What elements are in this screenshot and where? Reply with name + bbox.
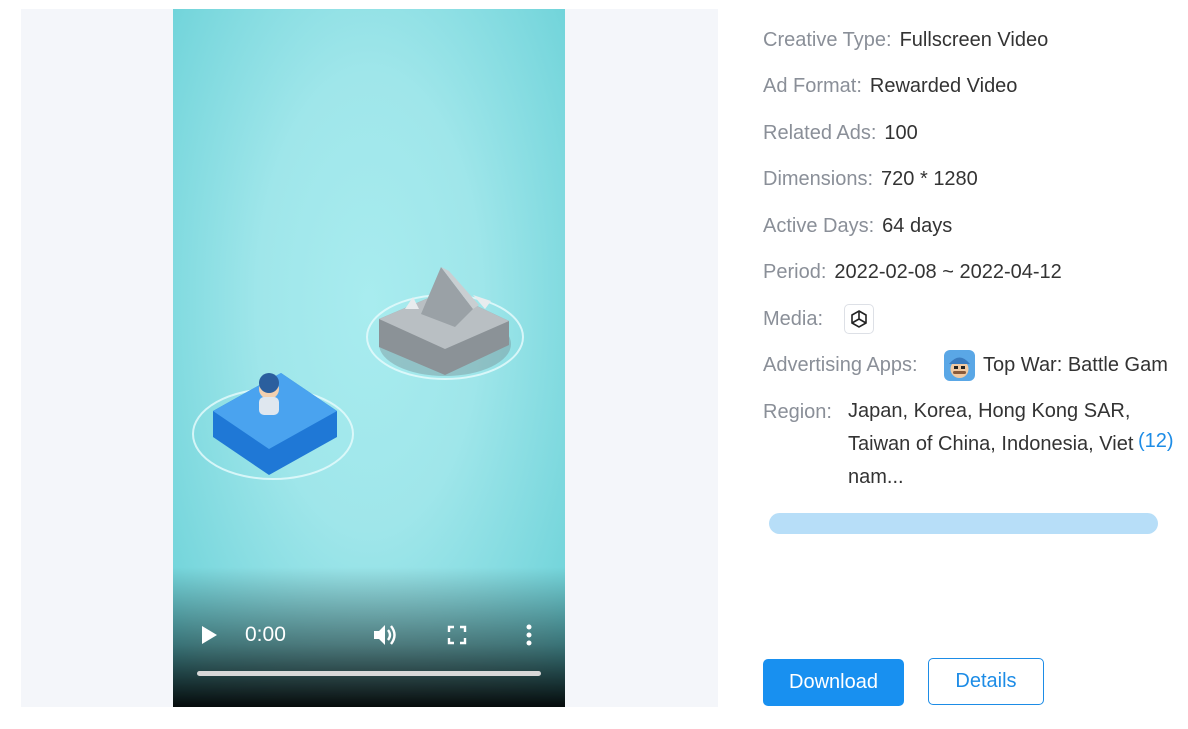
dimensions-row: Dimensions: 720 * 1280 — [763, 166, 978, 192]
blue-soldier-island — [192, 373, 354, 480]
controls-overlay — [173, 567, 565, 707]
period-label: Period: — [763, 261, 827, 283]
more-options-button[interactable] — [517, 621, 541, 649]
dimensions-label: Dimensions: — [763, 168, 874, 190]
media-label: Media: — [763, 308, 824, 330]
download-button[interactable]: Download — [763, 659, 904, 706]
active-days-value: 64 days — [882, 215, 953, 237]
related-ads-value[interactable]: 100 — [884, 122, 917, 144]
active-days-label: Active Days: — [763, 215, 875, 237]
region-row: Region: Japan, Korea, Hong Kong SAR, Tai… — [763, 399, 1183, 499]
ad-format-value: Rewarded Video — [869, 75, 1018, 97]
period-row: Period: 2022-02-08 ~ 2022-04-12 — [763, 259, 1062, 285]
creative-type-value: Fullscreen Video — [899, 29, 1049, 51]
region-count-link[interactable]: (12) — [1138, 428, 1174, 454]
ad-format-row: Ad Format: Rewarded Video — [763, 73, 1017, 99]
time-display: 0:00 — [245, 623, 286, 646]
play-icon — [202, 626, 217, 644]
seek-bar[interactable] — [197, 671, 541, 676]
creative-type-row: Creative Type: Fullscreen Video — [763, 27, 1048, 53]
creative-type-label: Creative Type: — [763, 29, 892, 51]
advertising-apps-row: Advertising Apps: Top War: Battle Gam — [763, 350, 1183, 381]
volume-button[interactable] — [371, 622, 399, 648]
fullscreen-icon — [447, 625, 467, 645]
play-button[interactable] — [197, 623, 221, 647]
dimensions-value: 720 * 1280 — [881, 168, 978, 190]
top-war-app-icon[interactable] — [944, 350, 975, 381]
region-label: Region: — [763, 401, 832, 423]
media-row: Media: — [763, 304, 963, 334]
related-ads-row: Related Ads: 100 — [763, 120, 918, 146]
ad-format-label: Ad Format: — [763, 75, 862, 97]
active-days-row: Active Days: 64 days — [763, 213, 952, 239]
unity-icon[interactable] — [844, 304, 874, 334]
loading-bar — [769, 513, 1158, 534]
region-list: Japan, Korea, Hong Kong SAR, Taiwan of C… — [848, 400, 1134, 488]
creative-preview: 0:00 — [21, 9, 718, 707]
advertising-app-name[interactable]: Top War: Battle Gam — [983, 352, 1168, 378]
gray-tower-island — [366, 267, 524, 380]
details-button[interactable]: Details — [928, 658, 1044, 705]
fullscreen-button[interactable] — [445, 623, 469, 647]
video-player[interactable]: 0:00 — [173, 9, 565, 707]
volume-icon — [374, 625, 396, 645]
more-vertical-icon — [526, 624, 532, 646]
advertising-apps-label: Advertising Apps: — [763, 354, 918, 376]
related-ads-label: Related Ads: — [763, 122, 877, 144]
period-value: 2022-02-08 ~ 2022-04-12 — [834, 261, 1062, 283]
